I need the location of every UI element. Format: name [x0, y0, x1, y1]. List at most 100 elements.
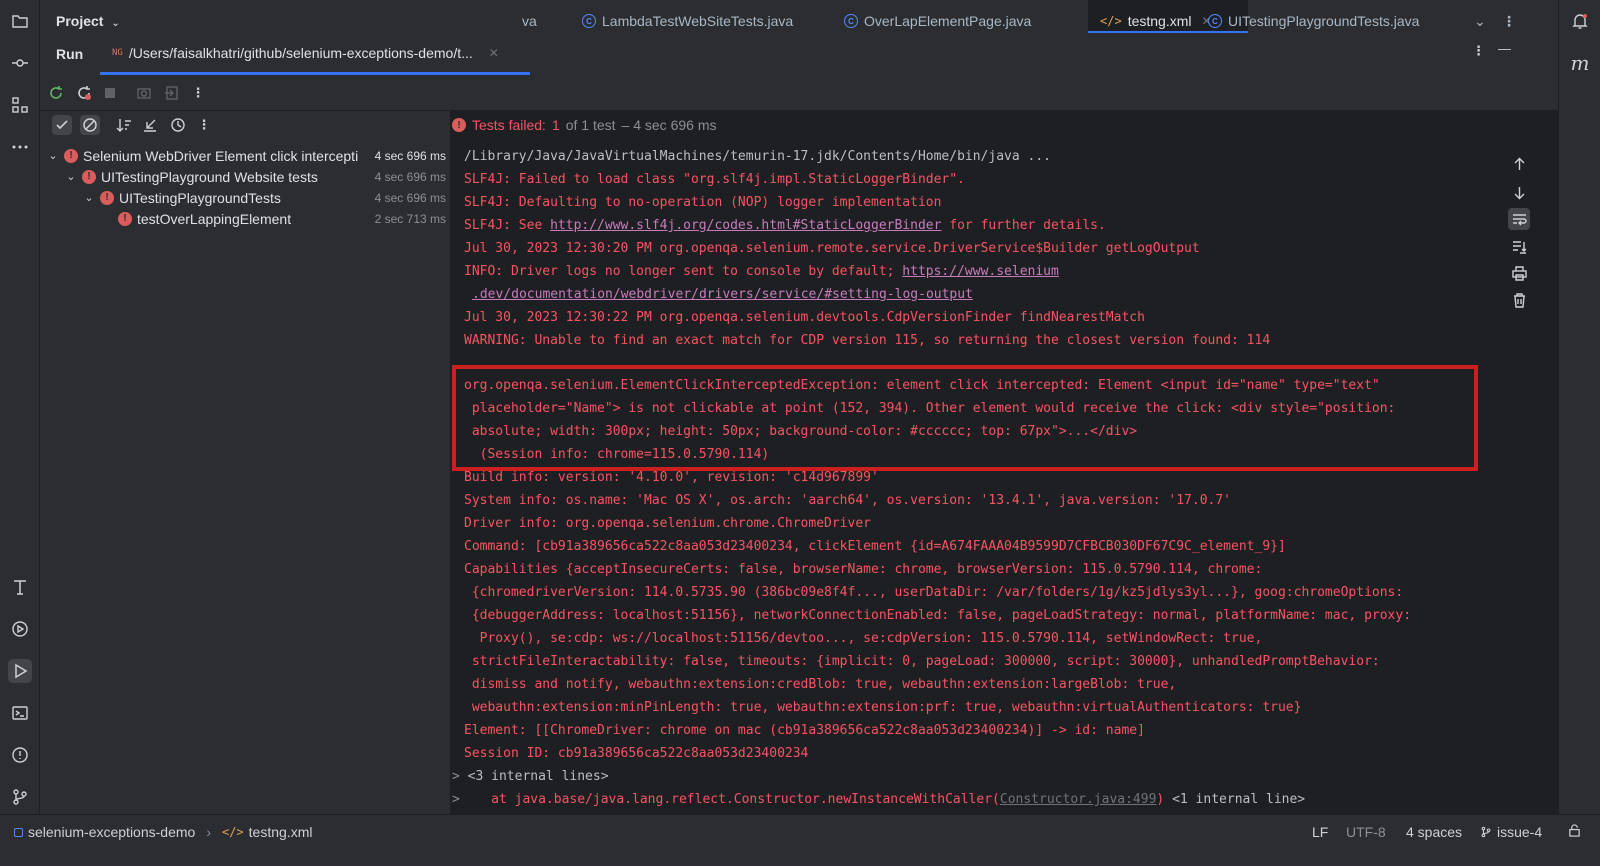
chevron-down-icon[interactable]: ⌄	[64, 170, 78, 183]
console-line: System info: os.name: 'Mac OS X', os.arc…	[464, 493, 1232, 508]
breadcrumb-module[interactable]: selenium-exceptions-demo	[28, 824, 195, 840]
run-icon[interactable]	[8, 659, 32, 683]
git-branch-icon[interactable]	[8, 785, 32, 809]
camera-icon[interactable]	[134, 83, 154, 103]
folder-icon[interactable]	[8, 9, 32, 33]
commit-icon[interactable]	[8, 51, 32, 75]
internal-lines-label: <3 internal lines>	[467, 769, 609, 784]
tab-label: OverLapElementPage.java	[864, 13, 1032, 29]
error-icon: !	[118, 211, 132, 226]
run-config-tab[interactable]: NG /Users/faisalkhatri/github/selenium-e…	[100, 33, 530, 75]
console-line: strictFileInteractability: false, timeou…	[464, 654, 1380, 669]
editor-tab-lambdatest[interactable]: C LambdaTestWebSiteTests.java	[582, 13, 793, 29]
tree-node-class[interactable]: ⌄ ! UITestingPlaygroundTests 4 sec 696 m…	[40, 187, 450, 208]
error-icon: !	[100, 190, 114, 205]
run-tool-header: Run NG /Users/faisalkhatri/github/seleni…	[40, 33, 1558, 75]
tree-node-time: 2 sec 713 ms	[374, 211, 446, 226]
tree-node-time: 4 sec 696 ms	[374, 169, 446, 184]
console-actions	[1492, 141, 1558, 814]
console-text: at java.base/java.lang.reflect.Construct…	[459, 792, 1000, 807]
test-summary: ! Tests failed: 1 of 1 test – 4 sec 696 …	[452, 117, 716, 133]
editor-tab-uitesting[interactable]: C UITestingPlaygroundTests.java	[1208, 13, 1419, 29]
more-tools-icon[interactable]	[8, 135, 32, 159]
arrow-down-icon[interactable]	[1508, 181, 1530, 203]
options-menu-icon[interactable]: ⋮	[1472, 43, 1485, 59]
services-icon[interactable]	[8, 617, 32, 641]
console-link[interactable]: https://www.selenium	[902, 264, 1059, 279]
internal-lines-row[interactable]: > <3 internal lines>	[452, 765, 609, 788]
breadcrumb-file[interactable]: testng.xml	[249, 824, 313, 840]
console-line: Capabilities {acceptInsecureCerts: false…	[464, 562, 1263, 577]
tree-node-label: testOverLappingElement	[137, 210, 292, 227]
arrow-up-icon[interactable]	[1508, 153, 1530, 175]
console-link[interactable]: http://www.slf4j.org/codes.html#StaticLo…	[550, 218, 941, 233]
soft-wrap-icon[interactable]	[1508, 208, 1530, 230]
text-format-icon[interactable]	[8, 575, 32, 599]
tree-node-time: 4 sec 696 ms	[374, 190, 446, 205]
history-icon[interactable]	[168, 115, 188, 135]
console-line: {chromedriverVersion: 114.0.5735.90 (386…	[464, 585, 1404, 600]
chevron-right-icon[interactable]: >	[452, 792, 460, 807]
rerun-icon[interactable]	[46, 83, 66, 103]
class-icon: C	[582, 14, 596, 28]
chevron-right-icon: ›	[206, 824, 211, 840]
more-options-icon[interactable]: ⋮	[1502, 13, 1516, 30]
xml-icon: </>	[1100, 14, 1122, 28]
tree-node-test[interactable]: ⌄ ! UITestingPlayground Website tests 4 …	[40, 166, 450, 187]
chevron-right-icon[interactable]: >	[452, 769, 468, 784]
editor-tab-overlap[interactable]: C OverLapElementPage.java	[844, 13, 1031, 29]
more-actions-icon[interactable]: ⋮	[188, 83, 208, 103]
class-icon: C	[844, 14, 858, 28]
sort-icon[interactable]	[114, 115, 134, 135]
problems-icon[interactable]	[8, 743, 32, 767]
status-bar: selenium-exceptions-demo › </> testng.xm…	[0, 814, 1600, 866]
console-line: webauthn:extension:minPinLength: true, w…	[464, 700, 1302, 715]
console-line: Proxy(), se:cdp: ws://localhost:51156/de…	[464, 631, 1263, 646]
stack-link[interactable]: Constructor.java:499	[1000, 792, 1157, 807]
print-icon[interactable]	[1508, 262, 1530, 284]
tab-label: va	[522, 13, 537, 29]
editor-tab-partial[interactable]: va	[522, 13, 537, 29]
tree-node-suite[interactable]: ⌄ ! Selenium WebDriver Element click int…	[40, 145, 450, 166]
console-output[interactable]: /Library/Java/JavaVirtualMachines/temuri…	[452, 141, 1492, 814]
lock-icon[interactable]	[1568, 824, 1581, 837]
maven-icon[interactable]: m	[1568, 51, 1592, 75]
show-passed-icon[interactable]	[52, 115, 72, 135]
console-line: WARNING: Unable to find an exact match f…	[464, 333, 1271, 348]
file-encoding[interactable]: UTF-8	[1346, 824, 1386, 840]
tabs-dropdown-icon[interactable]: ⌄	[1474, 13, 1486, 30]
chevron-down-icon[interactable]: ⌄	[82, 191, 96, 204]
console-link[interactable]: .dev/documentation/webdriver/drivers/ser…	[472, 287, 973, 302]
terminal-icon[interactable]	[8, 701, 32, 725]
test-total: of 1 test	[565, 117, 616, 133]
line-separator[interactable]: LF	[1312, 824, 1328, 840]
trash-icon[interactable]	[1508, 289, 1530, 311]
close-icon[interactable]: ✕	[489, 46, 499, 60]
show-ignored-icon[interactable]	[80, 115, 100, 135]
error-icon: !	[64, 148, 78, 163]
editor-tab-testng[interactable]: </> testng.xml ✕	[1100, 13, 1212, 29]
scroll-to-end-icon[interactable]	[1508, 235, 1530, 257]
project-dropdown[interactable]: Project ⌄	[56, 13, 120, 29]
notifications-icon[interactable]	[1568, 9, 1592, 33]
tree-node-method[interactable]: ! testOverLappingElement 2 sec 713 ms	[40, 208, 450, 229]
indent-setting[interactable]: 4 spaces	[1406, 824, 1462, 840]
exception-line: placeholder="Name"> is not clickable at …	[464, 401, 1396, 416]
console-text: SLF4J: See	[464, 218, 551, 233]
collapse-all-icon[interactable]	[140, 115, 160, 135]
git-branch[interactable]: issue-4	[1480, 824, 1542, 840]
internal-line-label[interactable]: <1 internal line>	[1164, 792, 1305, 807]
chevron-down-icon[interactable]: ⌄	[46, 149, 60, 162]
minimize-icon[interactable]: —	[1498, 41, 1511, 56]
rerun-failed-icon[interactable]	[74, 83, 94, 103]
error-icon: !	[82, 169, 96, 184]
exception-line: absolute; width: 300px; height: 50px; ba…	[464, 424, 1138, 439]
structure-icon[interactable]	[8, 93, 32, 117]
breadcrumb[interactable]: selenium-exceptions-demo › </> testng.xm…	[14, 824, 312, 840]
stop-icon[interactable]	[100, 83, 120, 103]
console-line: /Library/Java/JavaVirtualMachines/temuri…	[464, 149, 1051, 164]
more-options-icon[interactable]: ⋮	[194, 115, 214, 135]
export-icon[interactable]	[162, 83, 182, 103]
test-tree: ⌄ ! Selenium WebDriver Element click int…	[40, 141, 450, 814]
tree-node-label: UITestingPlayground Website tests	[101, 168, 318, 185]
